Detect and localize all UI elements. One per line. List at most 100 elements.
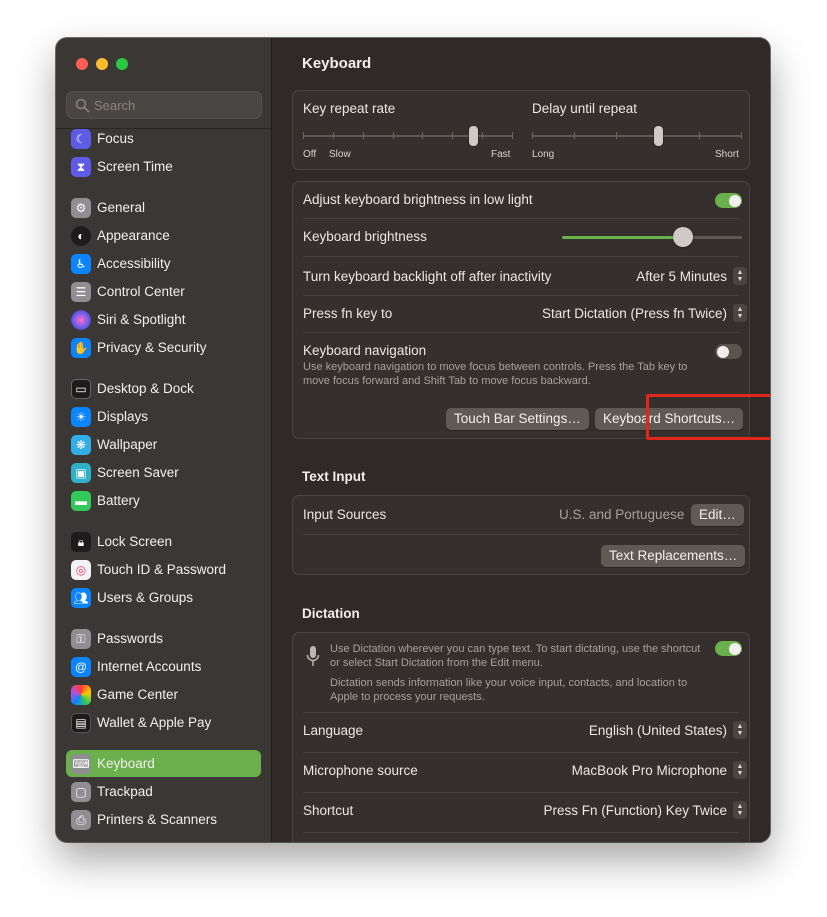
sidebar-item-trackpad[interactable]: ▢ Trackpad [66, 778, 261, 805]
delay-until-repeat-slider[interactable] [532, 125, 742, 147]
sidebar-item-users-groups[interactable]: 👥︎ Users & Groups [66, 584, 261, 611]
sidebar-item-label: Printers & Scanners [97, 812, 218, 827]
sidebar-item-desktop-dock[interactable]: ▭ Desktop & Dock [66, 375, 261, 402]
adjust-brightness-label: Adjust keyboard brightness in low light [303, 192, 533, 207]
sidebar-item-lock-screen[interactable]: 🔒︎ Lock Screen [66, 528, 261, 555]
slider-knob[interactable] [469, 126, 478, 146]
touch-bar-settings-button[interactable]: Touch Bar Settings… [446, 408, 589, 430]
zoom-button[interactable] [116, 58, 128, 70]
hand-icon: ✋ [71, 337, 91, 358]
sidebar-item-label: Wallet & Apple Pay [97, 715, 212, 730]
keyboard-navigation-toggle[interactable] [715, 344, 742, 359]
slider-tick [741, 132, 742, 139]
key-repeat-rate-slider[interactable] [303, 125, 513, 147]
language-popup[interactable]: English (United States) ▲ ▼ [589, 721, 747, 739]
sidebar-item-label: Displays [97, 409, 149, 424]
microphone-source-popup[interactable]: MacBook Pro Microphone ▲ ▼ [572, 761, 747, 779]
sidebar-item-screen-saver[interactable]: ▣ Screen Saver [66, 459, 261, 486]
sidebar-item-label: Battery [97, 493, 140, 508]
battery-icon: ▬ [71, 490, 91, 511]
game-center-icon [71, 684, 91, 705]
wallpaper-icon: ❋ [71, 434, 91, 455]
fn-key-popup[interactable]: Start Dictation (Press fn Twice) ▲ ▼ [542, 304, 747, 322]
trackpad-icon: ▢ [71, 781, 91, 802]
sidebar-item-label: Control Center [97, 284, 185, 299]
main-content: Keyboard Key repeat rate Off Slow Fast D… [272, 38, 770, 842]
search-field[interactable]: Search [66, 91, 262, 119]
slider-knob[interactable] [673, 227, 693, 247]
screen-saver-icon: ▣ [71, 462, 91, 483]
row-divider [303, 752, 739, 753]
up-down-chevron-icon: ▲ ▼ [733, 267, 747, 285]
shortcut-popup[interactable]: Press Fn (Function) Key Twice ▲ ▼ [543, 801, 747, 819]
microphone-source-label: Microphone source [303, 763, 418, 778]
row-divider [303, 534, 739, 535]
users-icon: 👥︎ [71, 587, 91, 608]
slider-tick [574, 132, 575, 139]
dictation-panel: Use Dictation wherever you can type text… [292, 632, 750, 842]
slider-tick [393, 132, 394, 139]
rate-slow-label: Slow [329, 149, 351, 160]
sun-icon: ☀ [71, 406, 91, 427]
keyboard-brightness-slider[interactable] [562, 226, 742, 248]
key-repeat-rate-label: Key repeat rate [303, 101, 396, 116]
slider-fill [562, 236, 683, 239]
sidebar-item-privacy-security[interactable]: ✋ Privacy & Security [66, 334, 261, 361]
slider-tick [532, 132, 533, 139]
sidebar-item-label: Users & Groups [97, 590, 194, 605]
microphone-icon [306, 646, 320, 666]
sidebar-item-siri-spotlight[interactable]: Siri & Spotlight [66, 306, 261, 333]
edit-input-sources-button[interactable]: Edit… [691, 504, 744, 526]
dictation-toggle[interactable] [715, 641, 742, 656]
dock-icon: ▭ [71, 378, 91, 399]
sidebar-item-label: Siri & Spotlight [97, 312, 186, 327]
sidebar-item-control-center[interactable]: ☰ Control Center [66, 278, 261, 305]
popup-value: Press Fn (Function) Key Twice [543, 802, 727, 818]
sidebar-item-label: Screen Time [97, 159, 173, 174]
control-center-icon: ☰ [71, 281, 91, 302]
row-divider [303, 332, 739, 333]
search-icon [75, 98, 90, 113]
slider-track [532, 135, 742, 137]
backlight-timeout-popup[interactable]: After 5 Minutes ▲ ▼ [636, 267, 747, 285]
popup-value: After 5 Minutes [636, 268, 727, 284]
popup-value: English (United States) [588, 722, 727, 738]
sidebar-item-focus[interactable]: ☾ Focus [66, 125, 261, 152]
dictation-description: Use Dictation wherever you can type text… [330, 643, 701, 669]
close-button[interactable] [76, 58, 88, 70]
slider-knob[interactable] [654, 126, 663, 146]
siri-icon [71, 309, 91, 330]
sidebar-item-touch-id[interactable]: ◎ Touch ID & Password [66, 556, 261, 583]
sidebar-item-displays[interactable]: ☀ Displays [66, 403, 261, 430]
sidebar-item-keyboard[interactable]: ⌨ Keyboard [66, 750, 261, 777]
sidebar-item-accessibility[interactable]: ♿ Accessibility [66, 250, 261, 277]
sidebar-item-screen-time[interactable]: ⧗ Screen Time [66, 153, 261, 180]
adjust-brightness-toggle[interactable] [715, 193, 742, 208]
moon-icon: ☾ [71, 128, 91, 149]
sidebar-item-label: Wallpaper [97, 437, 158, 452]
slider-tick [303, 132, 304, 139]
minimize-button[interactable] [96, 58, 108, 70]
sidebar-item-passwords[interactable]: ⚿ Passwords [66, 625, 261, 652]
sidebar-item-printers[interactable]: ⎙ Printers & Scanners [66, 806, 261, 833]
sidebar-item-internet-accounts[interactable]: @ Internet Accounts [66, 653, 261, 680]
sidebar-item-wallpaper[interactable]: ❋ Wallpaper [66, 431, 261, 458]
keyboard-navigation-label: Keyboard navigation [303, 343, 427, 358]
text-replacements-button[interactable]: Text Replacements… [601, 545, 746, 567]
delay-short-label: Short [715, 149, 739, 160]
delay-long-label: Long [532, 149, 555, 160]
text-input-panel: Input Sources U.S. and Portuguese Edit… … [292, 495, 750, 575]
slider-tick [616, 132, 617, 139]
up-down-chevron-icon: ▲ ▼ [733, 721, 747, 739]
input-sources-value: U.S. and Portuguese [559, 507, 685, 522]
sidebar-item-battery[interactable]: ▬ Battery [66, 487, 261, 514]
accessibility-icon: ♿ [71, 253, 91, 274]
sidebar-item-wallet[interactable]: ▤ Wallet & Apple Pay [66, 709, 261, 736]
sidebar-item-appearance[interactable]: ◐ Appearance [66, 222, 261, 249]
rate-off-label: Off [303, 149, 317, 160]
printer-icon: ⎙ [71, 809, 91, 830]
lock-icon: 🔒︎ [71, 531, 91, 552]
sidebar-item-game-center[interactable]: Game Center [66, 681, 261, 708]
sidebar-item-label: Touch ID & Password [97, 562, 227, 577]
sidebar-item-general[interactable]: ⚙ General [66, 194, 261, 221]
